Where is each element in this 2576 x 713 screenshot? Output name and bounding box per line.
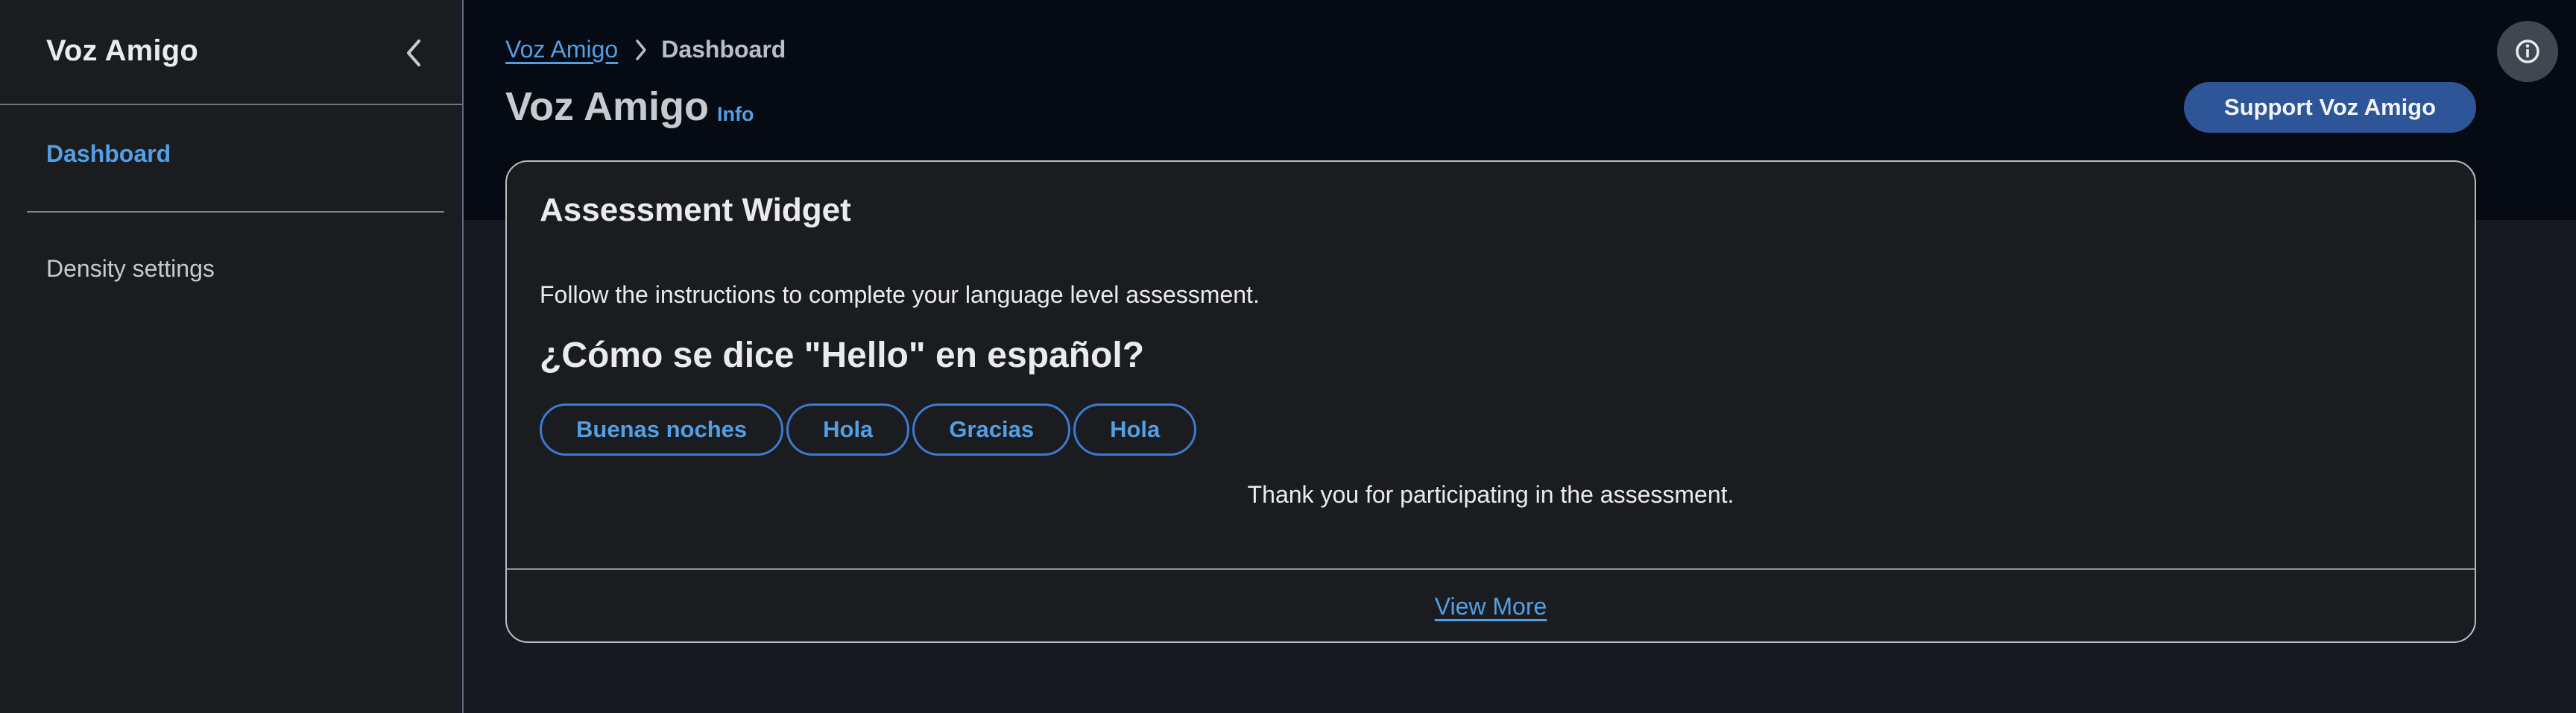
answer-option-hola[interactable]: Hola xyxy=(786,403,910,456)
sidebar-item-density-settings[interactable]: Density settings xyxy=(46,255,215,283)
widget-description: Follow the instructions to complete your… xyxy=(540,281,1260,308)
widget-title: Assessment Widget xyxy=(540,192,851,228)
app-root: Voz Amigo Dashboard Density settings Voz… xyxy=(0,0,2576,713)
answer-options: Buenas noches Hola Gracias Hola xyxy=(540,403,1197,456)
support-button[interactable]: Support Voz Amigo xyxy=(2184,82,2476,133)
answer-option-buenas-noches[interactable]: Buenas noches xyxy=(540,403,784,456)
sidebar-header: Voz Amigo xyxy=(0,0,462,105)
info-link[interactable]: Info xyxy=(717,103,754,126)
breadcrumb: Voz Amigo Dashboard xyxy=(505,36,786,63)
main-content: Voz Amigo Dashboard Voz Amigo Info Suppo… xyxy=(464,0,2576,713)
page-title: Voz Amigo xyxy=(505,84,709,129)
widget-footer: View More xyxy=(507,568,2475,643)
answer-option-gracias[interactable]: Gracias xyxy=(912,403,1071,456)
chevron-left-icon xyxy=(407,40,420,66)
view-more-link[interactable]: View More xyxy=(1435,593,1547,621)
breadcrumb-current: Dashboard xyxy=(661,36,786,63)
sidebar-divider xyxy=(27,211,444,213)
thank-you-message: Thank you for participating in the asses… xyxy=(1247,481,1734,508)
assessment-question: ¿Cómo se dice "Hello" en español? xyxy=(540,336,1145,375)
info-circle-icon xyxy=(2516,40,2539,63)
sidebar: Voz Amigo Dashboard Density settings xyxy=(0,0,464,713)
sidebar-title: Voz Amigo xyxy=(46,34,199,67)
breadcrumb-link-home[interactable]: Voz Amigo xyxy=(505,36,618,63)
sidebar-item-dashboard[interactable]: Dashboard xyxy=(46,140,171,168)
sidebar-collapse-button[interactable] xyxy=(395,34,432,72)
chevron-right-icon xyxy=(634,39,648,61)
answer-option-hola-2[interactable]: Hola xyxy=(1073,403,1197,456)
info-panel-button[interactable] xyxy=(2497,21,2558,82)
assessment-widget-card: Assessment Widget Follow the instruction… xyxy=(505,160,2476,643)
